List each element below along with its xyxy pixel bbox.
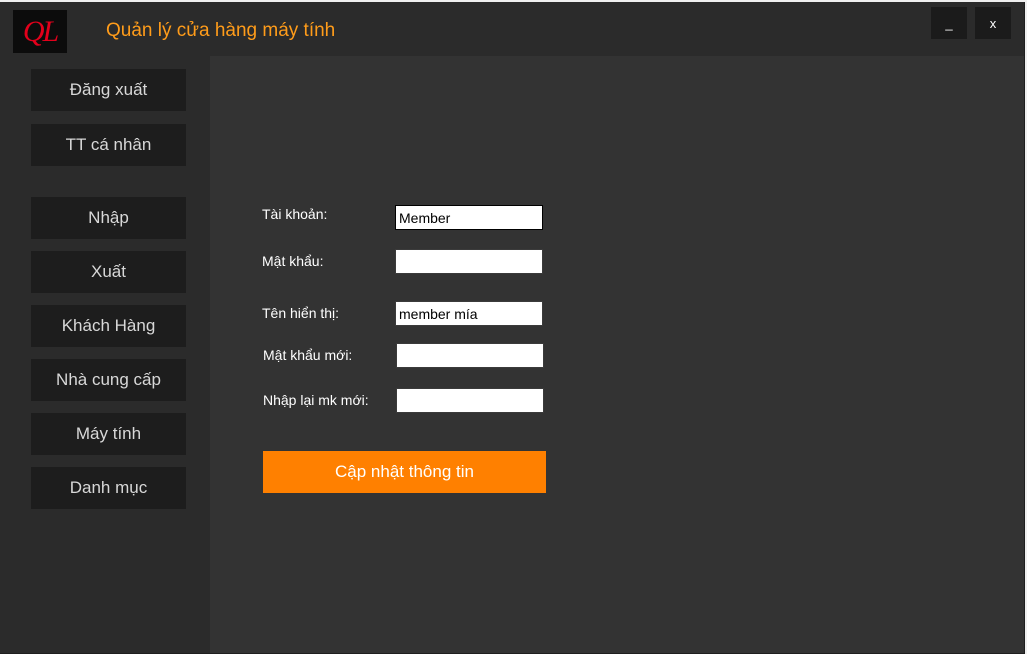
suppliers-button[interactable]: Nhà cung cấp	[31, 359, 186, 401]
app-window: QL Quản lý cửa hàng máy tính _ x Đăng xu…	[0, 2, 1025, 654]
new-password-label: Mật khẩu mới:	[263, 347, 353, 363]
confirm-password-input[interactable]	[396, 388, 544, 413]
confirm-password-label: Nhập lại mk mới:	[263, 392, 369, 408]
close-button[interactable]: x	[975, 7, 1011, 39]
minimize-button[interactable]: _	[931, 7, 967, 39]
sidebar: Đăng xuất TT cá nhân Nhập Xuất Khách Hàn…	[0, 56, 210, 653]
logout-button[interactable]: Đăng xuất	[31, 69, 186, 111]
import-button[interactable]: Nhập	[31, 197, 186, 239]
display-name-input[interactable]	[395, 301, 543, 326]
app-title: Quản lý cửa hàng máy tính	[106, 20, 336, 41]
update-info-button[interactable]: Cập nhật thông tin	[263, 451, 546, 493]
title-bar: QL Quản lý cửa hàng máy tính _ x	[0, 2, 1024, 56]
new-password-input[interactable]	[396, 343, 544, 368]
profile-button[interactable]: TT cá nhân	[31, 124, 186, 166]
customers-button[interactable]: Khách Hàng	[31, 305, 186, 347]
computers-button[interactable]: Máy tính	[31, 413, 186, 455]
display-name-label: Tên hiển thị:	[262, 305, 340, 321]
categories-button[interactable]: Danh mục	[31, 467, 186, 509]
app-logo: QL	[13, 10, 67, 53]
password-input[interactable]	[395, 249, 543, 274]
password-label: Mật khẩu:	[262, 253, 324, 269]
account-label: Tài khoản:	[262, 206, 328, 222]
account-input[interactable]	[395, 205, 543, 230]
export-button[interactable]: Xuất	[31, 251, 186, 293]
